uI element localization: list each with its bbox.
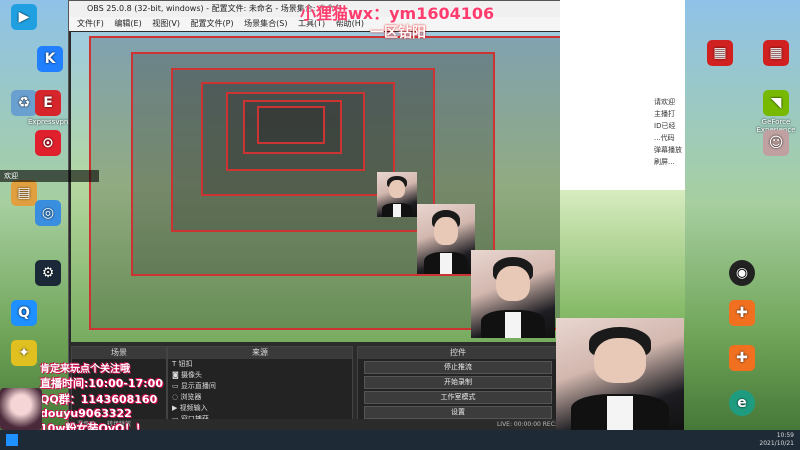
controls-panel: 控件 停止推流 开始录制 工作室模式 设置 退出 [357, 346, 559, 431]
source-item[interactable]: ▶ 视频输入 [168, 403, 352, 414]
expressvpn-icon[interactable]: E Expressvpn [28, 90, 68, 126]
expressvpn-label: Expressvpn [28, 118, 69, 126]
bilibili-icon[interactable]: ▶ [4, 4, 44, 32]
welcome-banner: 欢迎 [0, 170, 99, 182]
avatar-icon[interactable]: ☺ [756, 130, 796, 158]
live-hours: 直播时间:10:00-17:00 [40, 377, 163, 390]
controls-header: 控件 [358, 347, 558, 359]
webcam-nested-large [471, 250, 555, 338]
start-recording-button[interactable]: 开始录制 [364, 376, 552, 389]
nested-capture-7 [257, 106, 325, 144]
nvidia-icon[interactable]: ◥GeForce Experience [756, 90, 796, 134]
watermark-subtext: 一区钻阳 [370, 25, 426, 41]
app-icon-right[interactable]: ▦ [756, 40, 796, 68]
browser-window: 请欢迎 主播打 ID已经 ...代码 弹幕播放 刷屏... [560, 0, 685, 330]
obs-icon[interactable]: ◉ [722, 260, 762, 288]
window-icon: ▭ [172, 382, 181, 390]
qq-group: QQ群：1143608160 [40, 393, 158, 406]
k-app-icon[interactable]: K [30, 46, 70, 74]
stop-streaming-button[interactable]: 停止推流 [364, 361, 552, 374]
qq-icon[interactable]: Q [4, 300, 44, 328]
system-clock[interactable]: 10:59 2021/10/21 [734, 432, 794, 448]
netease-music-icon[interactable]: ⊙ [28, 130, 68, 158]
browser-greenery [560, 190, 685, 330]
browser-text: 请欢迎 主播打 ID已经 ...代码 弹幕播放 刷屏... [654, 98, 682, 166]
start-icon[interactable] [6, 434, 18, 446]
anime-avatar [0, 388, 42, 430]
app-icon[interactable]: ◎ [28, 200, 68, 228]
menu-edit[interactable]: 编辑(E) [114, 19, 141, 28]
app-icon-2[interactable]: ✦ [4, 340, 44, 368]
webcam-main [556, 318, 684, 430]
camera-icon: ◙ [172, 371, 182, 379]
stream-info-overlay: 肯定来玩点个关注哦 直播时间:10:00-17:00 QQ群：114360816… [40, 360, 170, 436]
live-title: 肯定来玩点个关注哦 [40, 364, 130, 375]
browser-icon: ◌ [172, 393, 181, 401]
source-item[interactable]: ◙ 摄像头 [168, 370, 352, 381]
video-icon: ▶ [172, 404, 180, 412]
douyin-id: douyu9063322 [40, 407, 132, 420]
menu-file[interactable]: 文件(F) [77, 19, 104, 28]
app-icon-orange-2[interactable]: ✚ [722, 345, 762, 373]
edge-icon[interactable]: e [722, 390, 762, 418]
menu-scene-collection[interactable]: 场景集合(S) [244, 19, 287, 28]
app-icon-orange-1[interactable]: ✚ [722, 300, 762, 328]
webcam-nested-mid [417, 204, 475, 274]
watermark-text: 小狸猫wx：ym1604106 [300, 4, 495, 23]
menu-profile[interactable]: 配置文件(P) [191, 19, 234, 28]
jigsaw-icon[interactable]: ▦ [700, 40, 740, 68]
menu-view[interactable]: 视图(V) [152, 19, 180, 28]
webcam-nested-small [377, 172, 417, 217]
sources-header: 来源 [168, 347, 352, 359]
taskbar [0, 430, 800, 450]
source-item[interactable]: T 钮扣 [168, 359, 352, 370]
studio-mode-button[interactable]: 工作室模式 [364, 391, 552, 404]
sources-panel: 来源 T 钮扣 ◙ 摄像头 ▭ 显示直播间 ◌ 浏览器 ▶ 视频输入 ▭ 窗口捕… [167, 346, 353, 430]
source-item[interactable]: ◌ 浏览器 [168, 392, 352, 403]
settings-button[interactable]: 设置 [364, 406, 552, 419]
scenes-header: 场景 [72, 347, 166, 359]
steam-icon[interactable]: ⚙ [28, 260, 68, 288]
source-item[interactable]: ▭ 显示直播间 [168, 381, 352, 392]
